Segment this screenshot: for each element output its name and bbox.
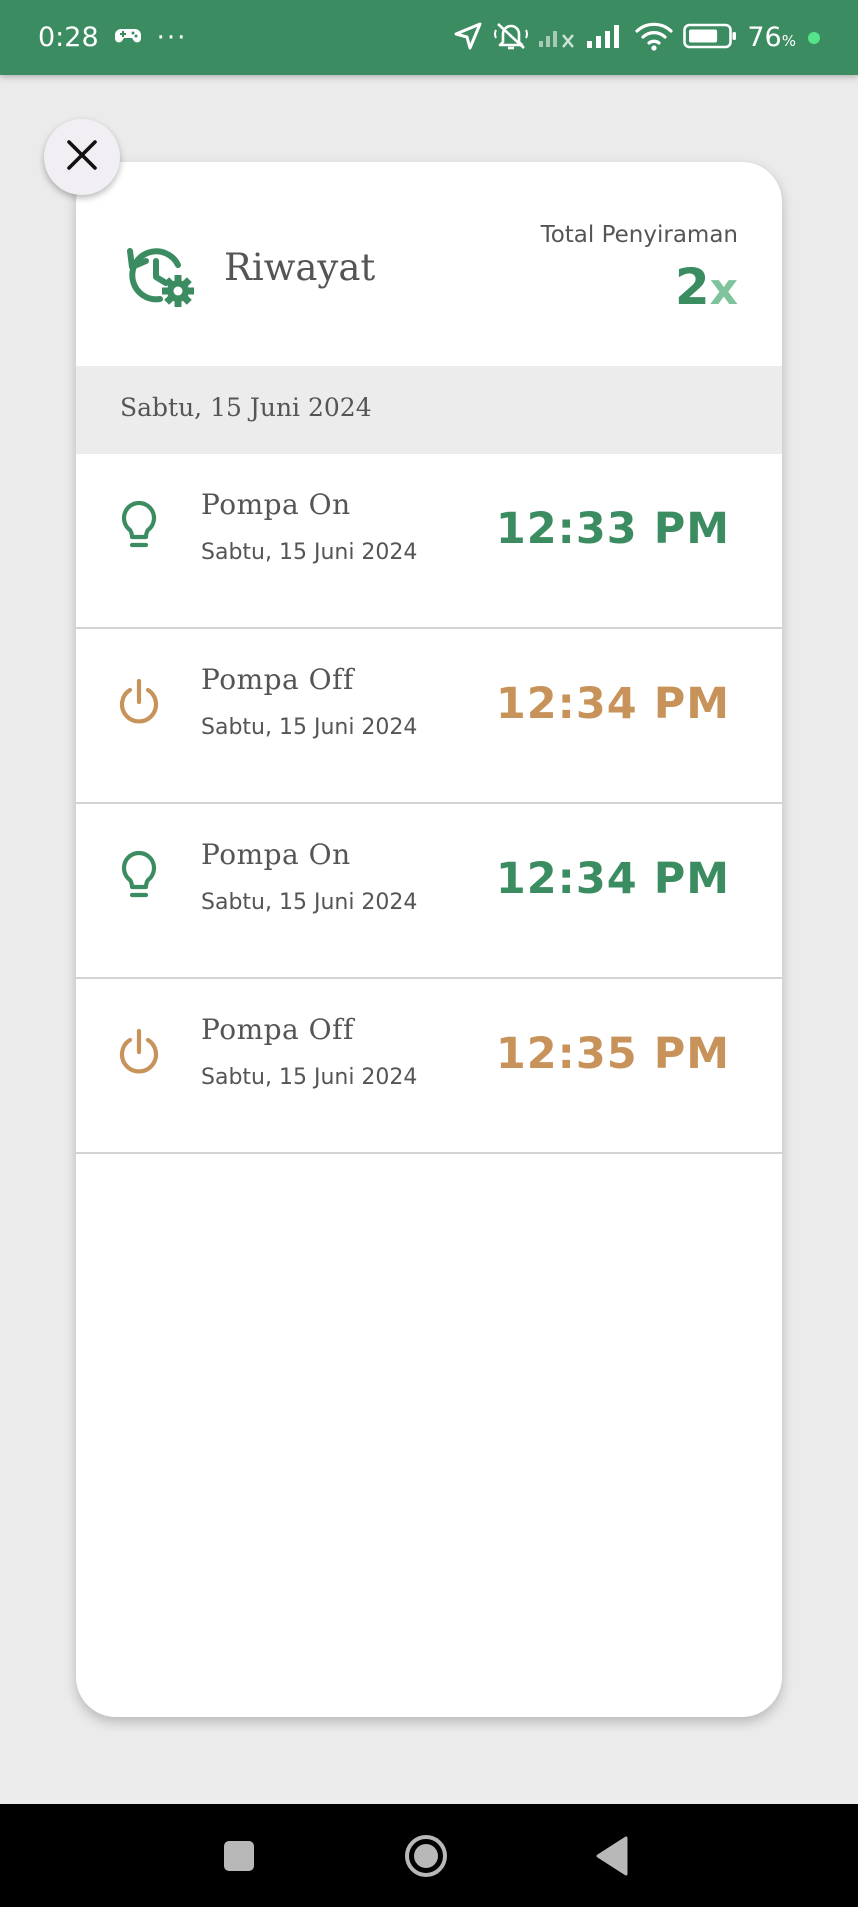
back-button[interactable] [588, 1830, 640, 1882]
history-row[interactable]: Pompa On Sabtu, 15 Juni 2024 12:34 PM [76, 804, 782, 979]
signal-icon [587, 23, 625, 53]
location-icon [453, 21, 483, 55]
history-row-title: Pompa Off [201, 663, 354, 696]
wifi-icon [635, 21, 673, 55]
history-settings-icon [126, 239, 198, 311]
history-row-date: Sabtu, 15 Juni 2024 [201, 890, 418, 915]
square-icon [213, 1841, 265, 1886]
signal-no-service-icon [539, 23, 577, 53]
history-row[interactable]: Pompa Off Sabtu, 15 Juni 2024 12:35 PM [76, 979, 782, 1154]
recents-button[interactable] [213, 1830, 265, 1882]
status-bar-right: 76% [453, 0, 820, 75]
battery-percent-unit: % [781, 32, 796, 50]
date-section-label: Sabtu, 15 Juni 2024 [120, 393, 372, 422]
mute-icon [493, 20, 529, 56]
power-icon [116, 1024, 162, 1080]
dialog-header: Riwayat Total Penyiraman 2x [76, 162, 782, 366]
status-time: 0:28 [38, 22, 99, 53]
close-button[interactable] [44, 119, 120, 195]
home-button[interactable] [400, 1830, 452, 1882]
history-row[interactable]: Pompa Off Sabtu, 15 Juni 2024 12:34 PM [76, 629, 782, 804]
history-row-time: 12:33 PM [495, 504, 730, 554]
history-row-time: 12:35 PM [495, 1029, 730, 1079]
history-row-time: 12:34 PM [495, 679, 730, 729]
power-icon [116, 674, 162, 730]
battery-percent-value: 76 [747, 22, 782, 53]
history-row-date: Sabtu, 15 Juni 2024 [201, 715, 418, 740]
close-icon [65, 138, 99, 176]
history-row[interactable]: Pompa On Sabtu, 15 Juni 2024 12:33 PM [76, 454, 782, 629]
battery-percent: 76% [747, 22, 796, 53]
history-row-title: Pompa On [201, 838, 351, 871]
status-bar: 0:28 ··· 76% [0, 0, 858, 75]
history-row-title: Pompa Off [201, 1013, 354, 1046]
dialog-title: Riwayat [224, 246, 376, 289]
history-row-date: Sabtu, 15 Juni 2024 [201, 1065, 418, 1090]
lightbulb-icon [116, 499, 162, 555]
history-row-date: Sabtu, 15 Juni 2024 [201, 540, 418, 565]
history-row-time: 12:34 PM [495, 854, 730, 904]
total-watering-count: 2x [675, 258, 738, 316]
date-section-header: Sabtu, 15 Juni 2024 [76, 366, 782, 454]
lightbulb-icon [116, 849, 162, 905]
total-count-suffix: x [709, 264, 738, 315]
circle-icon [400, 1835, 452, 1886]
triangle-back-icon [588, 1836, 640, 1886]
more-notifications-icon: ··· [156, 22, 188, 53]
privacy-indicator-dot [808, 31, 820, 44]
gamepad-icon [114, 27, 141, 49]
history-list: Pompa On Sabtu, 15 Juni 2024 12:33 PM Po… [76, 454, 782, 1154]
status-bar-left: 0:28 ··· [38, 0, 187, 75]
history-row-title: Pompa On [201, 488, 351, 521]
battery-icon [683, 23, 737, 53]
system-nav-bar [0, 1804, 858, 1907]
total-count-number: 2 [674, 258, 710, 316]
total-watering-label: Total Penyiraman [540, 222, 738, 248]
history-dialog: Riwayat Total Penyiraman 2x Sabtu, 15 Ju… [76, 162, 782, 1717]
